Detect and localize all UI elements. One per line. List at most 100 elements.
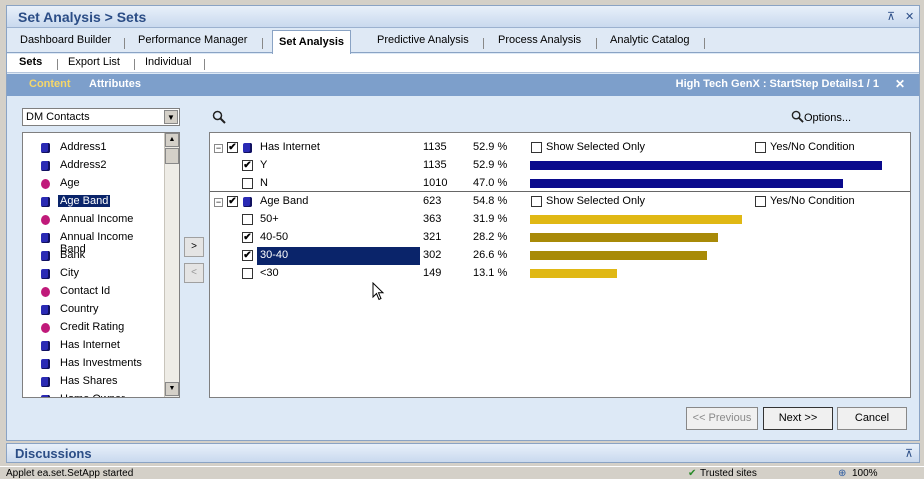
- tab-analytic-catalog[interactable]: Analytic Catalog: [606, 34, 694, 52]
- content-tab[interactable]: Content: [29, 78, 71, 90]
- attribute-item[interactable]: Bank: [23, 247, 163, 265]
- attribute-label: Address1: [60, 141, 107, 153]
- yes-no-label: Yes/No Condition: [770, 141, 855, 153]
- dimension-icon: [41, 161, 50, 171]
- attribute-label: Address2: [60, 159, 107, 171]
- tab-set-analysis[interactable]: Set Analysis: [272, 30, 352, 54]
- dimension-icon: [243, 197, 252, 207]
- yes-no-checkbox[interactable]: [755, 196, 766, 207]
- value-percent: 31.9 %: [473, 213, 508, 225]
- value-row[interactable]: 50+ 363 31.9 %: [210, 211, 910, 229]
- dimension-icon: [41, 395, 50, 397]
- value-bar: [530, 179, 843, 188]
- value-percent: 52.9 %: [473, 159, 508, 171]
- measure-icon: [41, 323, 50, 333]
- attribute-item[interactable]: City: [23, 265, 163, 283]
- value-checkbox[interactable]: ✔: [242, 160, 253, 171]
- dimension-icon: [41, 341, 50, 351]
- value-checkbox[interactable]: ✔: [242, 250, 253, 261]
- yes-no-checkbox[interactable]: [755, 142, 766, 153]
- value-checkbox[interactable]: ✔: [242, 232, 253, 243]
- value-row[interactable]: ✔ Y 1135 52.9 %: [210, 157, 910, 175]
- yes-no-label: Yes/No Condition: [770, 195, 855, 207]
- attribute-label: Country: [60, 303, 99, 315]
- data-source-select[interactable]: DM Contacts ▼: [22, 108, 180, 126]
- attribute-item[interactable]: Has Internet: [23, 337, 163, 355]
- cancel-button[interactable]: Cancel: [837, 407, 907, 430]
- remove-attribute-button[interactable]: <: [184, 263, 204, 283]
- chevron-down-icon[interactable]: ▼: [164, 110, 178, 124]
- attribute-item[interactable]: Address2: [23, 157, 163, 175]
- value-label: 50+: [260, 213, 279, 225]
- value-count: 321: [423, 231, 442, 243]
- value-checkbox[interactable]: [242, 268, 253, 279]
- group-count: 623: [423, 195, 442, 207]
- attribute-item[interactable]: Annual Income Band: [23, 229, 163, 255]
- value-bar: [530, 161, 882, 170]
- discussions-panel: Discussions ⊼: [6, 443, 920, 463]
- tab-dashboard-builder[interactable]: Dashboard Builder: [16, 34, 115, 52]
- value-label: 40-50: [260, 231, 289, 243]
- tab-predictive-analysis[interactable]: Predictive Analysis: [373, 34, 473, 52]
- window-titlebar: Set Analysis > Sets ⊼ ✕: [7, 6, 919, 28]
- zone-label: Trusted sites: [700, 468, 757, 479]
- show-selected-checkbox[interactable]: [531, 142, 542, 153]
- next-button[interactable]: Next >>: [763, 407, 833, 430]
- group-checkbox[interactable]: ✔: [227, 196, 238, 207]
- tab-divider: [596, 38, 597, 49]
- dimension-icon: [41, 377, 50, 387]
- previous-button[interactable]: << Previous: [686, 407, 758, 430]
- collapse-icon[interactable]: −: [214, 198, 223, 207]
- attribute-list: ▲ ▼ Address1 Address2 Age Age Band Annual In…: [22, 132, 180, 398]
- zoom-icon[interactable]: ⊕: [838, 468, 846, 479]
- attribute-item[interactable]: Home Owner: [23, 391, 163, 397]
- trusted-check-icon: ✔: [688, 468, 697, 479]
- attribute-item[interactable]: Contact Id: [23, 283, 163, 301]
- value-label: Y: [260, 159, 268, 171]
- pin-icon[interactable]: ⊼: [887, 10, 895, 23]
- show-selected-checkbox[interactable]: [531, 196, 542, 207]
- group-checkbox[interactable]: ✔: [227, 142, 238, 153]
- measure-icon: [41, 179, 50, 189]
- close-icon[interactable]: ✕: [905, 10, 914, 23]
- attribute-item[interactable]: Has Investments: [23, 355, 163, 373]
- close-content-icon[interactable]: ✕: [895, 77, 905, 91]
- value-row[interactable]: ✔ 40-50 321 28.2 %: [210, 229, 910, 247]
- collapse-icon[interactable]: −: [214, 144, 223, 153]
- attribute-list-scrollbar[interactable]: ▲ ▼: [164, 133, 179, 397]
- add-attribute-button[interactable]: >: [184, 237, 204, 257]
- attribute-item[interactable]: Has Shares: [23, 373, 163, 391]
- scroll-up-icon[interactable]: ▲: [165, 133, 179, 147]
- zoom-level[interactable]: 100%: [852, 468, 878, 479]
- value-checkbox[interactable]: [242, 214, 253, 225]
- attribute-item[interactable]: Address1: [23, 139, 163, 157]
- options-label: Options...: [804, 112, 852, 124]
- measure-icon: [41, 215, 50, 225]
- subtab-export-list[interactable]: Export List: [68, 56, 120, 68]
- subtab-individual[interactable]: Individual: [145, 56, 191, 68]
- tab-process-analysis[interactable]: Process Analysis: [494, 34, 585, 52]
- attribute-item[interactable]: Credit Rating: [23, 319, 163, 337]
- group-header-row: − ✔ Age Band 623 54.8 % Show Selected Only Yes…: [210, 193, 910, 211]
- scroll-thumb[interactable]: [165, 148, 179, 164]
- pin-icon[interactable]: ⊼: [905, 447, 913, 460]
- scroll-down-icon[interactable]: ▼: [165, 382, 179, 396]
- attribute-label: Has Internet: [60, 339, 120, 351]
- tab-performance-manager[interactable]: Performance Manager: [134, 34, 251, 52]
- show-selected-label: Show Selected Only: [546, 195, 646, 207]
- attribute-item[interactable]: Country: [23, 301, 163, 319]
- value-count: 363: [423, 213, 442, 225]
- subtab-sets[interactable]: Sets: [19, 56, 42, 68]
- attribute-item[interactable]: Annual Income: [23, 211, 163, 229]
- value-checkbox[interactable]: [242, 178, 253, 189]
- attribute-label: Has Investments: [60, 357, 142, 369]
- value-bar: [530, 269, 617, 278]
- value-row[interactable]: ✔ 30-40 302 26.6 %: [210, 247, 910, 265]
- options-button[interactable]: Options...: [791, 110, 851, 124]
- attributes-tab[interactable]: Attributes: [89, 78, 141, 90]
- value-row[interactable]: <30 149 13.1 %: [210, 265, 910, 283]
- search-icon[interactable]: [212, 110, 226, 124]
- attribute-item[interactable]: Age Band: [23, 193, 163, 211]
- group-header-row: − ✔ Has Internet 1135 52.9 % Show Selected On…: [210, 139, 910, 157]
- attribute-item[interactable]: Age: [23, 175, 163, 193]
